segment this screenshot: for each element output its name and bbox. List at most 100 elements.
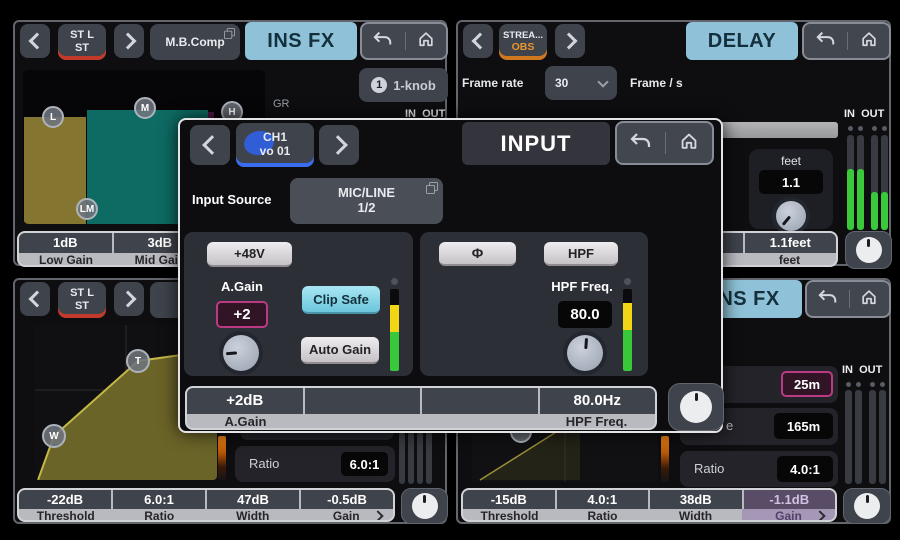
dialog-title: INPUT: [462, 122, 610, 165]
param-cell[interactable]: -15dB: [463, 490, 555, 509]
param-cell[interactable]: -22dB: [19, 490, 111, 509]
nav-group: [802, 22, 891, 60]
input-source-label: Input Source: [192, 192, 271, 207]
param-label: A.Gain: [187, 414, 304, 430]
gr-meter: [661, 436, 669, 482]
param-label: HPF Freq.: [538, 414, 655, 430]
channel-select-button[interactable]: ST L ST: [58, 282, 106, 318]
clip-safe-button[interactable]: Clip Safe: [302, 286, 380, 314]
touch-knob-button[interactable]: [401, 488, 448, 524]
param-cell[interactable]: 6.0:1: [113, 490, 205, 509]
ratio-value[interactable]: 4.0:1: [777, 456, 833, 482]
param-footer: -22dB 6.0:1 47dB -0.5dB Threshold Ratio …: [17, 488, 395, 522]
in-meter: [855, 390, 862, 484]
prev-channel-button[interactable]: [20, 282, 50, 316]
band-handle-low[interactable]: L: [42, 106, 64, 128]
channel-select-button[interactable]: ST L ST: [58, 24, 106, 60]
chevron-left-icon: [202, 135, 222, 155]
frame-rate-label: Frame rate: [462, 76, 523, 90]
chevron-down-icon: [597, 76, 608, 87]
hpf-freq-knob[interactable]: [563, 331, 607, 375]
library-button[interactable]: M.B.Comp: [150, 24, 240, 60]
ratio-row: Ratio 4.0:1: [680, 451, 838, 487]
width-handle[interactable]: W: [42, 424, 66, 448]
knob-icon: [680, 391, 712, 423]
frame-rate-value: 30: [555, 76, 568, 90]
mixer-screen: ST L ST M.B.Comp INS FX L M H LM GR IN O…: [0, 0, 900, 540]
knob-icon: [412, 493, 438, 519]
touch-knob-button[interactable]: [843, 488, 891, 524]
meter-peak-dot: [872, 126, 877, 131]
phantom-48v-button[interactable]: +48V: [207, 242, 292, 267]
input-source-button[interactable]: MIC/LINE 1/2: [290, 178, 443, 224]
param-cell[interactable]: 47dB: [207, 490, 299, 509]
prev-channel-button[interactable]: [190, 125, 230, 165]
hpf-freq-value[interactable]: 80.0: [558, 301, 612, 328]
auto-gain-button[interactable]: Auto Gain: [301, 337, 379, 364]
feet-label: feet: [749, 154, 833, 168]
next-channel-button[interactable]: [555, 24, 585, 58]
ratio-label: Ratio: [694, 461, 724, 476]
undo-icon[interactable]: [629, 130, 653, 157]
channel-name: ST L: [70, 29, 94, 42]
param-label: Ratio: [113, 509, 207, 522]
channel-select-button[interactable]: STREA... OBS: [499, 24, 547, 60]
param-cell[interactable]: 38dB: [650, 490, 742, 509]
again-value[interactable]: +2: [216, 301, 268, 328]
divider: [665, 132, 666, 154]
frame-rate-dropdown[interactable]: 30: [545, 66, 617, 100]
touch-knob-button[interactable]: [845, 231, 892, 269]
feet-knob[interactable]: [772, 197, 810, 235]
ratio-value[interactable]: 6.0:1: [341, 452, 388, 476]
selected-value[interactable]: 25m: [781, 371, 833, 397]
param-cell[interactable]: 4.0:1: [557, 490, 649, 509]
param-cell[interactable]: [305, 388, 421, 414]
hpf-button[interactable]: HPF: [544, 242, 618, 266]
phase-button[interactable]: Φ: [439, 242, 516, 266]
next-channel-button[interactable]: [114, 282, 144, 316]
param-cell[interactable]: [422, 388, 538, 414]
param-label: Width: [649, 509, 742, 522]
input-dialog: CH1 vo 01 INPUT Input Source MIC/LINE 1/…: [178, 118, 723, 433]
meter-peak-dot: [870, 382, 875, 387]
one-knob-button[interactable]: 1 1-knob: [359, 68, 448, 102]
channel-select-button[interactable]: CH1 vo 01: [236, 123, 314, 167]
gain-meter: [390, 278, 399, 371]
undo-icon[interactable]: [815, 29, 837, 54]
touch-knob-button[interactable]: [668, 383, 724, 431]
home-icon[interactable]: [859, 29, 879, 54]
copy-icon: [426, 182, 438, 194]
analog-gain-section: +48V A.Gain +2 Clip Safe Auto Gain: [184, 232, 413, 376]
next-channel-button[interactable]: [319, 125, 359, 165]
band-handle-mid[interactable]: M: [134, 97, 156, 119]
param-cell[interactable]: 1dB: [19, 233, 112, 253]
meter-peak-dot: [880, 382, 885, 387]
undo-icon[interactable]: [817, 287, 839, 312]
param-cell[interactable]: -0.5dB: [301, 490, 393, 509]
home-icon[interactable]: [678, 130, 700, 157]
param-cell[interactable]: 1.1feet: [745, 233, 837, 253]
param-cell-selected[interactable]: -1.1dB: [744, 490, 836, 509]
knob-icon: [854, 493, 880, 519]
again-knob[interactable]: [219, 331, 263, 375]
in-meter: [857, 135, 864, 230]
param-label: Ratio: [556, 509, 649, 522]
band-handle-lowmid[interactable]: LM: [76, 198, 98, 220]
prev-channel-button[interactable]: [463, 24, 493, 58]
feet-value[interactable]: 1.1: [759, 170, 823, 194]
param-label: [421, 414, 538, 430]
home-icon[interactable]: [416, 29, 436, 54]
prev-channel-button[interactable]: [20, 24, 50, 58]
param-cell[interactable]: 80.0Hz: [540, 388, 656, 414]
in-meter: [845, 390, 852, 484]
home-icon[interactable]: [859, 287, 879, 312]
param-cell[interactable]: +2dB: [187, 388, 303, 414]
threshold-handle[interactable]: T: [126, 349, 150, 373]
undo-icon[interactable]: [372, 29, 394, 54]
delay-feet-box: feet 1.1: [749, 149, 833, 229]
param-value[interactable]: 165m: [774, 413, 833, 439]
next-channel-button[interactable]: [114, 24, 144, 58]
channel-name-2: ST: [75, 42, 89, 55]
meter-peak-dot: [846, 382, 851, 387]
param-label: feet: [743, 253, 836, 267]
